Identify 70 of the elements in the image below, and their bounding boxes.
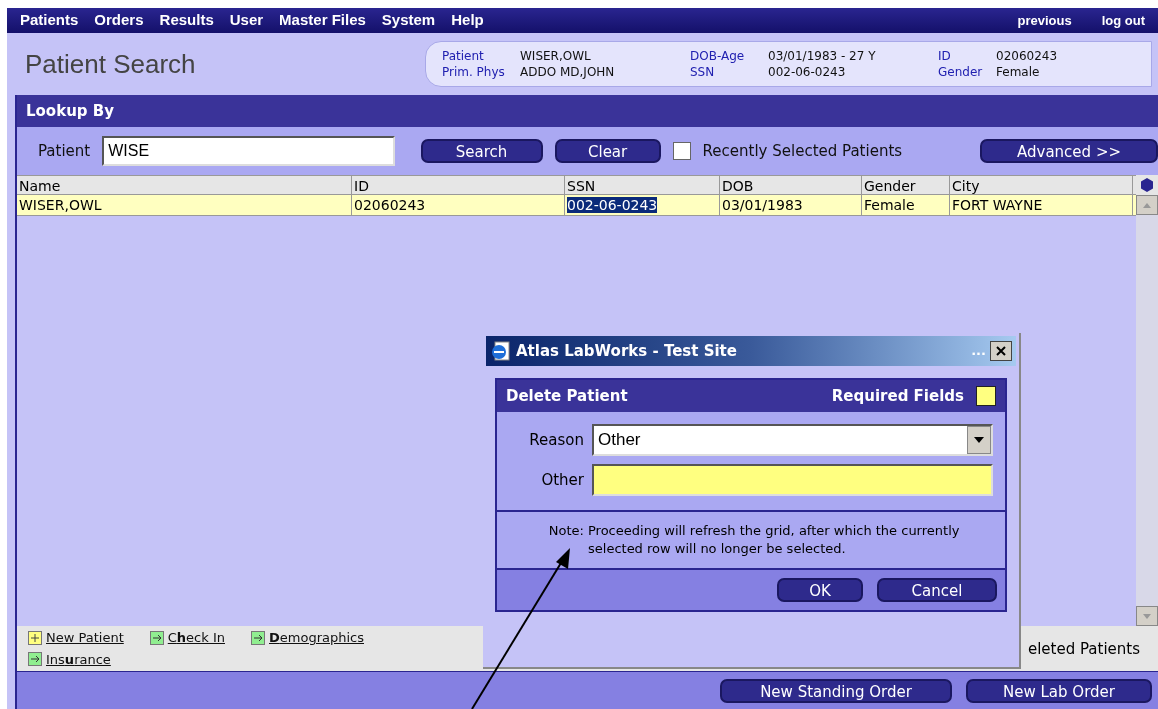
title-dots: ... <box>971 342 986 361</box>
footer-link[interactable]: Check In <box>167 628 225 648</box>
column-header[interactable]: City <box>950 176 1133 194</box>
dialog-title: Atlas LabWorks - Test Site <box>516 340 737 362</box>
reason-label: Reason <box>528 429 584 451</box>
reason-dropdown[interactable]: Other <box>592 424 993 456</box>
nav-link[interactable]: previous <box>1017 10 1072 31</box>
info-value: Female <box>996 64 1041 80</box>
table-cell: Female <box>864 197 915 213</box>
hexagon-icon <box>1140 178 1154 192</box>
required-fields-label: Required Fields <box>831 385 964 407</box>
table-cell: FORT WAYNE <box>952 197 1043 213</box>
clear-button[interactable]: Clear <box>554 139 661 163</box>
deleted-patients-label: eleted Patients <box>1027 639 1140 660</box>
table-cell: 002-06-0243 <box>567 197 658 213</box>
table-cell: WISER,OWL <box>19 197 102 213</box>
required-swatch-icon <box>976 386 996 406</box>
info-label: ID <box>938 48 952 64</box>
table-cell: 02060243 <box>354 197 426 213</box>
column-header[interactable]: SSN <box>565 176 720 194</box>
recent-checkbox[interactable] <box>672 142 691 160</box>
lookup-header: Lookup By <box>17 95 1158 127</box>
note-text: Proceeding will refresh the grid, after which the currently selected row will no longer be selected. <box>588 522 961 558</box>
table-cell: 03/01/1983 <box>722 197 803 213</box>
advanced-button[interactable]: Advanced >> <box>980 139 1158 163</box>
info-value: 03/01/1983 - 27 Y <box>768 48 877 64</box>
info-label: DOB-Age <box>690 48 746 64</box>
menu-item[interactable]: Orders <box>94 9 144 32</box>
search-button[interactable]: Search <box>420 139 543 163</box>
column-header[interactable]: Name <box>17 176 352 194</box>
plus-icon <box>28 630 42 645</box>
info-value: 02060243 <box>996 48 1059 64</box>
scroll-down-icon <box>1143 613 1151 619</box>
info-label: Gender <box>938 64 984 80</box>
column-header[interactable]: DOB <box>720 176 862 194</box>
info-label: Prim. Phys <box>442 64 506 80</box>
info-value: 002-06-0243 <box>768 64 847 80</box>
other-label: Other <box>540 469 584 491</box>
menu-item[interactable]: Master Files <box>279 9 366 32</box>
menu-item[interactable]: Patients <box>20 9 79 32</box>
close-button[interactable] <box>990 341 1012 361</box>
ok-button[interactable]: OK <box>777 578 863 602</box>
info-label: Patient <box>442 48 485 64</box>
info-label: SSN <box>690 64 716 80</box>
menu-item[interactable]: User <box>229 9 264 32</box>
dropdown-caret-icon <box>974 437 984 443</box>
patient-search-field[interactable]: WISE <box>102 136 395 166</box>
cancel-button[interactable]: Cancel <box>877 578 997 602</box>
menu-item[interactable]: Results <box>159 9 214 32</box>
scroll-up-icon <box>1143 202 1151 208</box>
column-header[interactable]: ID <box>352 176 565 194</box>
info-value: WISER,OWL <box>520 48 592 64</box>
footer-link[interactable]: Demographics <box>269 628 364 648</box>
new-lab-order-button[interactable]: New Lab Order <box>966 678 1152 703</box>
new-standing-order-button[interactable]: New Standing Order <box>720 678 952 703</box>
footer-link[interactable]: Insurance <box>46 649 111 669</box>
dialog-heading: Delete Patient <box>506 385 628 407</box>
page-title: Patient Search <box>25 47 197 81</box>
close-icon <box>996 346 1006 356</box>
other-field[interactable] <box>592 464 993 496</box>
menu-item[interactable]: System <box>381 9 436 32</box>
footer-link[interactable]: New Patient <box>46 628 124 648</box>
recent-label: Recently Selected Patients <box>702 140 904 162</box>
note-label: Note: <box>547 522 585 540</box>
info-value: ADDO MD,JOHN <box>520 64 616 80</box>
menu-item[interactable]: Help <box>451 9 484 32</box>
scrollbar[interactable] <box>1136 175 1158 626</box>
nav-link[interactable]: log out <box>1101 10 1145 31</box>
column-header[interactable]: Gender <box>862 176 950 194</box>
patient-label: Patient <box>38 140 91 162</box>
